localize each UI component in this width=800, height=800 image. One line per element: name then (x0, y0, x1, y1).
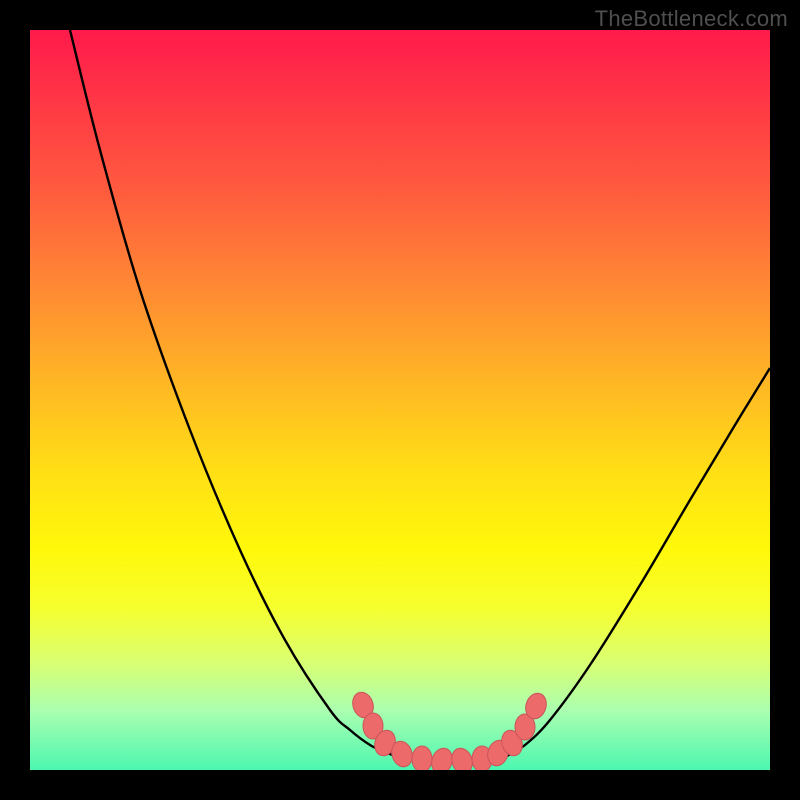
chart-frame: TheBottleneck.com (0, 0, 800, 800)
curve-marker (412, 746, 432, 770)
watermark-text: TheBottleneck.com (595, 6, 788, 32)
curve-path (70, 30, 770, 762)
plot-area (30, 30, 770, 770)
curve-marker (448, 746, 475, 770)
bottleneck-curve (30, 30, 770, 770)
